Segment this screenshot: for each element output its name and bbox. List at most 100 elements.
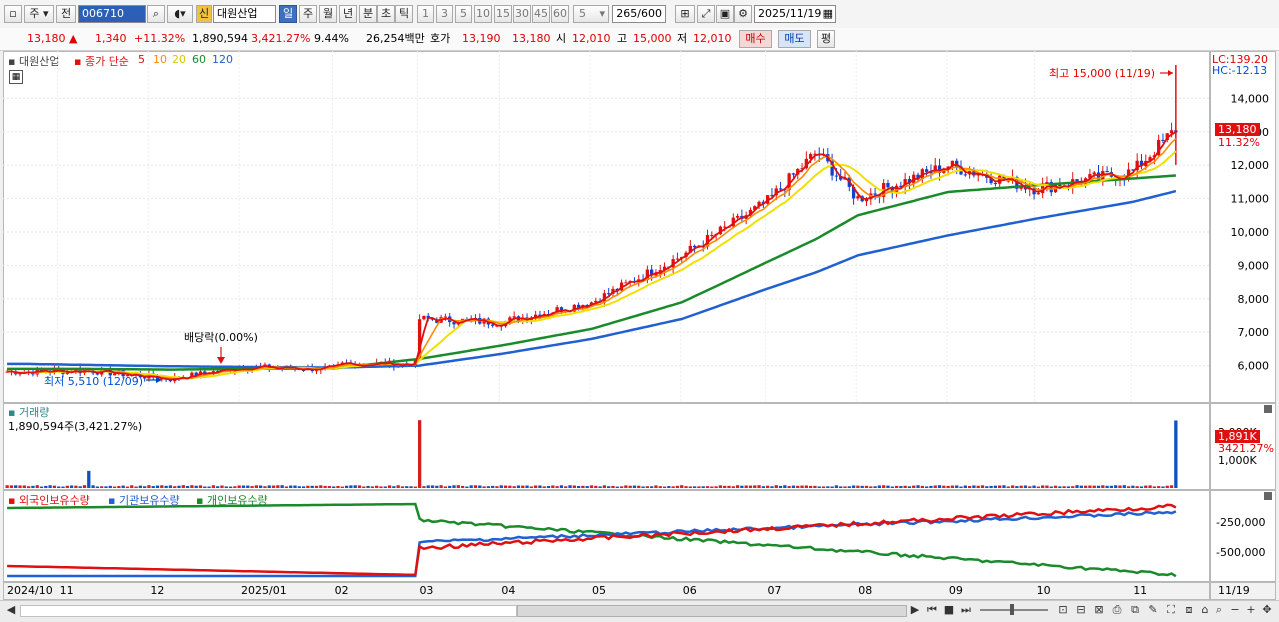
- price-chart: 6,000 7,000 8,000 9,000 10,000 11,000 12,000 13…: [3, 51, 1270, 403]
- volume-bar: [147, 485, 151, 488]
- volume-bar: [860, 485, 864, 488]
- zoom-fit-icon[interactable]: ⊠: [1092, 603, 1106, 617]
- holder-axis[interactable]: [1210, 490, 1276, 582]
- candle: [1161, 139, 1165, 141]
- volume-bar: [306, 485, 310, 488]
- scroll-track[interactable]: [20, 605, 517, 617]
- tab-second[interactable]: 초: [377, 5, 395, 23]
- zoom-out-icon[interactable]: −: [1228, 603, 1242, 617]
- sell-button[interactable]: 매도: [778, 30, 811, 48]
- volume-bar: [151, 486, 155, 488]
- expand-icon[interactable]: ✥: [1260, 603, 1274, 617]
- speaker-icon[interactable]: ◖▾: [167, 5, 193, 23]
- tab-tick[interactable]: 틱: [395, 5, 413, 23]
- date-field[interactable]: 2025/11/19 ▦: [754, 5, 836, 23]
- interval-button[interactable]: 60: [551, 5, 569, 23]
- stop-icon[interactable]: ■: [942, 603, 956, 617]
- tab-month[interactable]: 월: [319, 5, 337, 23]
- layout-icon[interactable]: ⊡: [1056, 603, 1070, 617]
- window-tile-icon[interactable]: ⧈: [1182, 603, 1196, 617]
- interval-select[interactable]: 5 ▾: [573, 5, 609, 23]
- volume-bar: [314, 485, 319, 488]
- current-price-value: 13,180: [27, 32, 66, 45]
- count-field[interactable]: 265/600: [612, 5, 666, 23]
- volume-bar: [211, 485, 216, 488]
- volume-bar: [353, 485, 357, 488]
- volume-bar: [460, 485, 465, 488]
- crosshair-icon[interactable]: ⤢: [697, 5, 715, 23]
- volume-tag-pct: 3421.27%: [1218, 442, 1274, 455]
- volume-bar: [976, 485, 980, 488]
- tab-week[interactable]: 주: [299, 5, 317, 23]
- volume-bar: [1032, 485, 1036, 488]
- stock-code-input[interactable]: 006710: [78, 5, 146, 23]
- volume-bar: [486, 486, 491, 488]
- search-icon[interactable]: ⌕: [147, 5, 165, 23]
- scroll-thumb[interactable]: [517, 605, 907, 617]
- save-icon[interactable]: ▣: [716, 5, 734, 23]
- first-icon[interactable]: ⏮: [925, 603, 939, 617]
- window-icon[interactable]: ▫: [4, 5, 22, 23]
- chart-icon[interactable]: ⌂: [1198, 603, 1212, 617]
- close-icon[interactable]: [1264, 405, 1272, 413]
- draw-icon[interactable]: ✎: [1146, 603, 1160, 617]
- volume-bar: [602, 485, 607, 488]
- volume-bar: [851, 485, 856, 488]
- tab-year[interactable]: 년: [339, 5, 357, 23]
- scroll-left-icon[interactable]: ◀: [4, 603, 18, 617]
- volume-bar: [357, 485, 362, 488]
- zoom-slider[interactable]: [980, 609, 1048, 611]
- close-icon[interactable]: [1264, 492, 1272, 500]
- volume-bar: [529, 486, 533, 488]
- volume-bar: [1139, 486, 1144, 488]
- prev-button[interactable]: 전: [56, 5, 76, 23]
- volume-bar: [430, 485, 435, 488]
- volume-bar: [1152, 486, 1157, 488]
- volume-bar: [452, 485, 456, 488]
- interval-button[interactable]: 1: [417, 5, 434, 23]
- buy-button[interactable]: 매수: [739, 30, 772, 48]
- volume-bar: [69, 485, 74, 488]
- interval-button[interactable]: 15: [494, 5, 512, 23]
- tab-minute[interactable]: 분: [359, 5, 377, 23]
- candle: [873, 193, 877, 195]
- interval-button[interactable]: 5: [455, 5, 472, 23]
- volume-bar: [435, 485, 439, 488]
- volume-bar: [933, 485, 937, 488]
- volume-bar: [877, 485, 882, 488]
- volume-bar: [392, 486, 396, 488]
- open-label: 시: [556, 32, 567, 45]
- volume-bar: [585, 486, 589, 488]
- play-icon[interactable]: ▶: [908, 603, 922, 617]
- volume-bar: [856, 485, 860, 488]
- fullscreen-icon[interactable]: ⛶: [1164, 603, 1178, 617]
- search-icon[interactable]: ⌕: [1212, 603, 1226, 617]
- volume-bar: [654, 485, 658, 488]
- flat-button[interactable]: 평: [817, 30, 835, 48]
- tab-day[interactable]: 일: [279, 5, 297, 23]
- stock-name-field[interactable]: 대원산업: [213, 5, 276, 23]
- volume-bar: [1010, 485, 1015, 488]
- volume-bar: [998, 485, 1002, 488]
- gear-icon[interactable]: ⚙: [734, 5, 752, 23]
- copy-icon[interactable]: ⧉: [1128, 603, 1142, 617]
- volume-bar: [91, 485, 95, 488]
- candle: [512, 316, 516, 318]
- chart-type-icon[interactable]: ⊞: [675, 5, 695, 23]
- interval-button[interactable]: 10: [474, 5, 492, 23]
- y-tick-label: 9,000: [1238, 259, 1270, 272]
- interval-button[interactable]: 30: [513, 5, 531, 23]
- date-label: 06: [682, 584, 697, 597]
- zoom-slider-handle[interactable]: [1010, 604, 1014, 615]
- last-icon[interactable]: ⏭: [959, 603, 973, 617]
- volume-bar: [967, 485, 972, 488]
- period-select[interactable]: 주 ▾: [24, 5, 54, 23]
- calendar-icon[interactable]: ▦: [823, 6, 833, 22]
- print-icon[interactable]: ⎙: [1110, 603, 1124, 617]
- volume-bar: [783, 485, 787, 488]
- zoom-in-icon[interactable]: +: [1244, 603, 1258, 617]
- volume-bar: [1041, 485, 1045, 488]
- interval-button[interactable]: 45: [532, 5, 550, 23]
- interval-button[interactable]: 3: [436, 5, 453, 23]
- split-icon[interactable]: ⊟: [1074, 603, 1088, 617]
